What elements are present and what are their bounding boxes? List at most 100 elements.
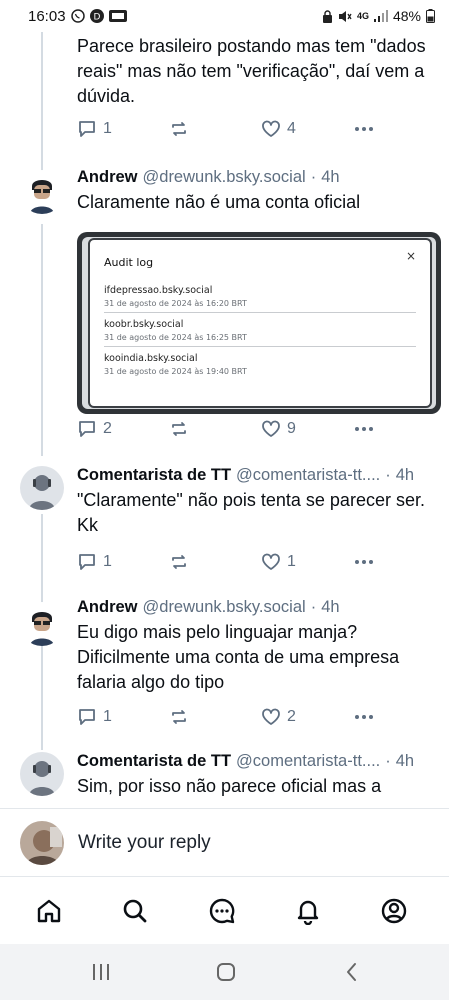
more-options-button[interactable] [353, 707, 375, 727]
home-icon[interactable] [29, 891, 69, 931]
author-name[interactable]: Andrew [77, 166, 138, 188]
post-header: Comentarista de TT @comentarista-tt.... … [77, 750, 415, 772]
heart-icon [262, 553, 280, 570]
author-handle[interactable]: @comentarista-tt.... [236, 750, 380, 772]
reply-button[interactable]: 1 [77, 119, 112, 139]
post-time: 4h [321, 598, 340, 616]
thread-line [41, 514, 43, 606]
profile-icon[interactable] [374, 891, 414, 931]
search-icon[interactable] [115, 891, 155, 931]
audit-log-modal: Audit log × ifdepressao.bsky.social 31 d… [90, 240, 430, 406]
app-badge-icon [108, 9, 127, 23]
like-button[interactable]: 4 [261, 119, 296, 139]
more-options-button[interactable] [353, 419, 375, 439]
lock-icon [322, 9, 333, 23]
like-count: 4 [287, 120, 296, 137]
reply-button[interactable]: 2 [77, 419, 112, 439]
post-header: Andrew @drewunk.bsky.social · 4h [77, 166, 340, 188]
author-name[interactable]: Andrew [77, 596, 138, 618]
post-text: Eu digo mais pelo linguajar manja? Dific… [77, 622, 400, 692]
like-count: 9 [287, 420, 296, 437]
status-time: 16:03 [28, 7, 66, 25]
repost-icon [172, 122, 186, 136]
reply-button[interactable]: 1 [77, 707, 112, 727]
repost-button[interactable] [169, 707, 189, 727]
like-count: 2 [287, 708, 296, 725]
log-entry-name: koobr.bsky.social [104, 319, 184, 330]
more-icon [355, 427, 373, 431]
notification-d-icon: D [89, 9, 104, 23]
log-entry-date: 31 de agosto de 2024 às 16:20 BRT [104, 299, 247, 308]
post-header: Comentarista de TT @comentarista-tt.... … [77, 464, 415, 486]
avatar[interactable] [20, 170, 64, 214]
repost-button[interactable] [169, 119, 189, 139]
system-navigation [0, 944, 449, 1000]
log-entry: ifdepressao.bsky.social 31 de agosto de … [104, 279, 416, 313]
post-time: 4h [321, 168, 340, 186]
heart-icon [262, 120, 280, 137]
post-header: Andrew @drewunk.bsky.social · 4h [77, 596, 340, 618]
more-icon [355, 715, 373, 719]
heart-icon [262, 708, 280, 725]
reply-count: 1 [103, 708, 112, 725]
author-handle[interactable]: @comentarista-tt.... [236, 464, 380, 486]
reply-composer[interactable]: Write your reply [0, 808, 449, 876]
mute-icon [338, 10, 352, 23]
bottom-navigation [0, 876, 449, 944]
author-name[interactable]: Comentarista de TT [77, 464, 231, 486]
like-button[interactable]: 2 [261, 707, 296, 727]
home-button-icon[interactable] [211, 960, 241, 984]
battery-icon [426, 9, 435, 23]
avatar [20, 820, 64, 865]
reply-icon [79, 709, 95, 725]
post-text: "Claramente" não pois tenta se parecer s… [77, 490, 425, 535]
reply-button[interactable]: 1 [77, 552, 112, 572]
close-icon: × [405, 249, 416, 263]
author-handle[interactable]: @drewunk.bsky.social [143, 166, 306, 188]
reply-icon [79, 554, 95, 570]
avatar[interactable] [20, 466, 64, 510]
recent-apps-icon[interactable] [86, 960, 116, 984]
avatar[interactable] [20, 602, 64, 646]
post-actions: 1 2 [77, 704, 387, 730]
thread-line [41, 630, 43, 750]
like-button[interactable]: 9 [261, 419, 296, 439]
reply-icon [79, 121, 95, 137]
reply-count: 1 [103, 553, 112, 570]
repost-button[interactable] [169, 419, 189, 439]
signal-icon [373, 10, 388, 22]
more-icon [355, 127, 373, 131]
whatsapp-icon [70, 9, 85, 23]
embedded-image[interactable]: Audit log × ifdepressao.bsky.social 31 d… [77, 232, 441, 414]
back-icon[interactable] [337, 960, 367, 984]
chat-icon[interactable] [202, 891, 242, 931]
more-icon [355, 560, 373, 564]
more-options-button[interactable] [353, 119, 375, 139]
repost-button[interactable] [169, 552, 189, 572]
post-text: Sim, por isso não parece oficial mas a [77, 776, 382, 796]
like-button[interactable]: 1 [261, 552, 296, 572]
network-type: 4G [356, 11, 369, 21]
modal-title: Audit log [104, 256, 154, 269]
like-count: 1 [287, 553, 296, 570]
log-entry-name: ifdepressao.bsky.social [104, 285, 213, 296]
reply-input[interactable]: Write your reply [78, 832, 211, 854]
author-name[interactable]: Comentarista de TT [77, 750, 231, 772]
post-text: Parece brasileiro postando mas tem "dado… [77, 36, 426, 106]
author-handle[interactable]: @drewunk.bsky.social [143, 596, 306, 618]
thread-line [41, 32, 43, 172]
status-bar: 16:03 D 4G 48% [0, 0, 449, 32]
repost-icon [172, 422, 186, 436]
avatar[interactable] [20, 752, 64, 796]
repost-icon [172, 710, 186, 724]
more-options-button[interactable] [353, 552, 375, 572]
log-entry: koobr.bsky.social 31 de agosto de 2024 à… [104, 313, 416, 347]
log-entry-date: 31 de agosto de 2024 às 16:25 BRT [104, 333, 247, 342]
svg-text:D: D [93, 13, 100, 23]
log-entry: kooindia.bsky.social 31 de agosto de 202… [104, 347, 416, 380]
log-entry-date: 31 de agosto de 2024 às 19:40 BRT [104, 367, 247, 376]
post-actions: 1 4 [77, 116, 387, 142]
log-entry-name: kooindia.bsky.social [104, 353, 198, 364]
bell-icon[interactable] [288, 891, 328, 931]
thread-feed[interactable]: Parece brasileiro postando mas tem "dado… [0, 32, 449, 808]
